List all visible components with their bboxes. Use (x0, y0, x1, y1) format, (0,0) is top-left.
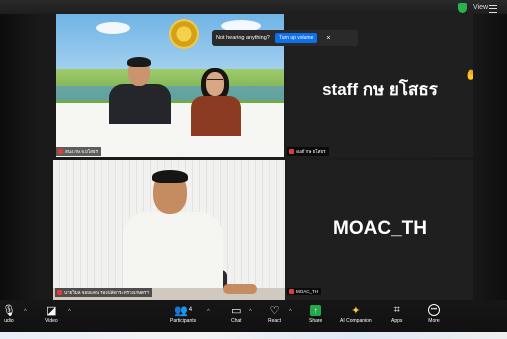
apps-button[interactable]: ⌗ Apps (391, 303, 403, 325)
video-button[interactable]: ◪ Video (45, 303, 58, 325)
participants-label: Participants (170, 318, 197, 324)
ai-companion-button[interactable]: ✦ AI Companion (340, 303, 372, 325)
share-label: Share (309, 318, 323, 324)
close-icon[interactable]: × (326, 35, 330, 42)
sparkle-icon: ✦ (351, 304, 361, 317)
grid-view-icon[interactable] (489, 5, 497, 13)
video-camera-off-icon: ◪ (46, 304, 57, 317)
mic-muted-icon (289, 149, 294, 154)
turn-up-volume-button[interactable]: Turn up volume (274, 33, 318, 43)
participant-woman-body (191, 96, 241, 136)
chevron-up-icon[interactable]: ^ (289, 309, 292, 315)
audio-notification: Not hearing anything? Turn up volume × (212, 30, 358, 46)
chat-button[interactable]: ▭ Chat (231, 303, 242, 325)
tile-display-name: staff กษ ยโสธร (322, 80, 438, 99)
participant-man-hair (152, 170, 188, 183)
video-tile-moac[interactable]: MOAC_TH MOAC_TH (287, 160, 473, 300)
tile-name: สนง.กษ.จ.ยโสธร (65, 149, 99, 154)
chevron-up-icon[interactable]: ^ (68, 309, 71, 315)
react-button[interactable]: ♡ React (268, 303, 282, 325)
tile-name: นายวิมล จอมแคน รองปลัดกระทรวงเกษตรฯ (64, 290, 149, 295)
people-icon: 👥 4 (174, 304, 193, 317)
participant-man-hair (127, 57, 151, 67)
mic-muted-icon (289, 289, 294, 294)
shield-icon[interactable] (458, 3, 467, 13)
video-tile-deputy-secretary[interactable]: นายวิมล จอมแคน รองปลัดกระทรวงเกษตรฯ (53, 160, 285, 300)
more-button[interactable]: ••• More (428, 303, 440, 324)
chat-bubble-icon: ▭ (231, 304, 242, 317)
participant-hand (223, 284, 257, 294)
tile-name-tag: นายวิมล จอมแคน รองปลัดกระทรวงเกษตรฯ (55, 288, 152, 297)
participant-man-body (109, 84, 171, 124)
apps-label: Apps (391, 318, 403, 324)
participant-woman-head (206, 72, 224, 96)
share-arrow-icon: ↑ (310, 304, 322, 316)
chat-label: Chat (231, 318, 242, 324)
mic-muted-icon (58, 149, 63, 154)
ministry-emblem (169, 19, 199, 49)
backdrop-cloud (96, 22, 130, 34)
tile-name: staff กษ ยโสธร (296, 149, 326, 154)
tile-name-tag: สนง.กษ.จ.ยโสธร (56, 147, 102, 156)
tile-name-tag: MOAC_TH (287, 288, 322, 295)
heart-icon: ♡ (269, 304, 280, 317)
microphone-icon: 🎙 (2, 304, 16, 317)
audio-label: udio (4, 318, 14, 324)
chevron-up-icon[interactable]: ^ (207, 309, 210, 315)
react-label: React (268, 318, 282, 324)
notification-message: Not hearing anything? (216, 35, 270, 41)
top-bar (0, 0, 507, 14)
more-icon: ••• (428, 304, 440, 316)
glasses (207, 79, 223, 84)
view-label[interactable]: View (473, 4, 488, 11)
chevron-up-icon[interactable]: ^ (249, 309, 252, 315)
tile-display-name: MOAC_TH (333, 218, 427, 239)
participant-man-body (123, 212, 223, 292)
desk-surface (0, 332, 507, 339)
video-label: Video (45, 318, 58, 324)
share-button[interactable]: ↑ Share (309, 303, 322, 324)
participants-button[interactable]: 👥 4 Participants (170, 303, 197, 325)
apps-icon: ⌗ (393, 303, 400, 316)
tile-name-tag: staff กษ ยโสธร (287, 147, 329, 156)
ai-companion-label: AI Companion (340, 318, 372, 324)
audio-button[interactable]: 🎙 udio (2, 303, 16, 325)
more-label: More (428, 318, 440, 324)
raised-hand-icon: ✋ (465, 70, 473, 81)
mic-muted-icon (57, 290, 62, 295)
participant-count: 4 (188, 307, 193, 313)
tile-name: MOAC_TH (296, 289, 319, 294)
chevron-up-icon[interactable]: ^ (24, 309, 27, 315)
